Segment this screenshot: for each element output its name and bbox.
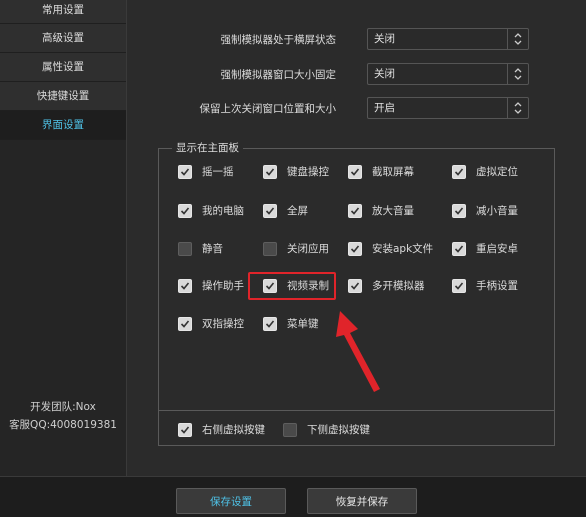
checkbox-label: 安装apk文件 [372,243,434,255]
checkbox-box[interactable] [348,242,362,256]
save-button[interactable]: 保存设置 [176,488,286,514]
checkbox-box[interactable] [263,165,277,179]
checkbox-box[interactable] [263,317,277,331]
setting-label-landscape: 强制模拟器处于横屏状态 [220,34,337,46]
select-fixed-size[interactable]: 关闭 [367,63,529,85]
checkbox-label: 摇一摇 [202,166,234,178]
select-value: 关闭 [374,33,395,45]
red-arrow-annotation [336,311,380,392]
checkbox-box[interactable] [263,242,277,256]
updown-arrow-icon [507,98,528,118]
checkbox-label: 截取屏幕 [372,166,414,178]
checkbox-box[interactable] [348,279,362,293]
checkbox-label: 重启安卓 [476,243,518,255]
checkbox-label: 操作助手 [202,280,244,292]
select-value: 开启 [374,102,395,114]
sidebar: 常用设置 高级设置 属性设置 快捷键设置 界面设置 开发团队:Nox 客服QQ:… [0,0,127,476]
restore-save-button[interactable]: 恢复并保存 [307,488,417,514]
checkbox-box[interactable] [452,279,466,293]
setting-label-fixed-size: 强制模拟器窗口大小固定 [220,69,337,81]
select-keep-position[interactable]: 开启 [367,97,529,119]
setting-label-keep-position: 保留上次关闭窗口位置和大小 [199,103,337,115]
checkbox-box[interactable] [452,204,466,218]
select-landscape[interactable]: 关闭 [367,28,529,50]
video-record-highlight [248,272,336,300]
select-value: 关闭 [374,68,395,80]
checkbox-label: 静音 [202,243,223,255]
sidebar-item-general[interactable]: 常用设置 [0,0,126,24]
updown-arrow-icon [507,29,528,49]
checkbox-label: 多开模拟器 [372,280,425,292]
checkbox-box[interactable] [178,279,192,293]
group-divider [159,410,554,411]
checkbox-box[interactable] [178,423,192,437]
checkbox-label: 双指操控 [202,318,244,330]
checkbox-box[interactable] [452,242,466,256]
checkbox-box[interactable] [178,242,192,256]
checkbox-label: 放大音量 [372,205,414,217]
support-qq-text: 客服QQ:4008019381 [9,419,117,431]
sidebar-item-shortcuts[interactable]: 快捷键设置 [0,82,126,111]
group-title: 显示在主面板 [172,140,243,155]
sidebar-item-interface[interactable]: 界面设置 [0,111,126,140]
checkbox-label: 下侧虚拟按键 [307,424,370,436]
checkbox-label: 我的电脑 [202,205,244,217]
checkbox-box[interactable] [283,423,297,437]
footer [0,476,586,517]
checkbox-box[interactable] [178,317,192,331]
checkbox-box[interactable] [348,165,362,179]
checkbox-box[interactable] [452,165,466,179]
checkbox-label: 减小音量 [476,205,518,217]
main-panel-group [158,148,555,446]
updown-arrow-icon [507,64,528,84]
checkbox-label: 右侧虚拟按键 [202,424,265,436]
sidebar-item-advanced[interactable]: 高级设置 [0,24,126,53]
dev-team-text: 开发团队:Nox [30,401,96,413]
checkbox-box[interactable] [178,165,192,179]
checkbox-label: 键盘操控 [287,166,329,178]
checkbox-label: 全屏 [287,205,308,217]
checkbox-box[interactable] [348,204,362,218]
checkbox-box[interactable] [178,204,192,218]
sidebar-item-properties[interactable]: 属性设置 [0,53,126,82]
checkbox-label: 虚拟定位 [476,166,518,178]
checkbox-label: 关闭应用 [287,243,329,255]
checkbox-box[interactable] [263,204,277,218]
checkbox-label: 菜单键 [287,318,319,330]
checkbox-label: 手柄设置 [476,280,518,292]
